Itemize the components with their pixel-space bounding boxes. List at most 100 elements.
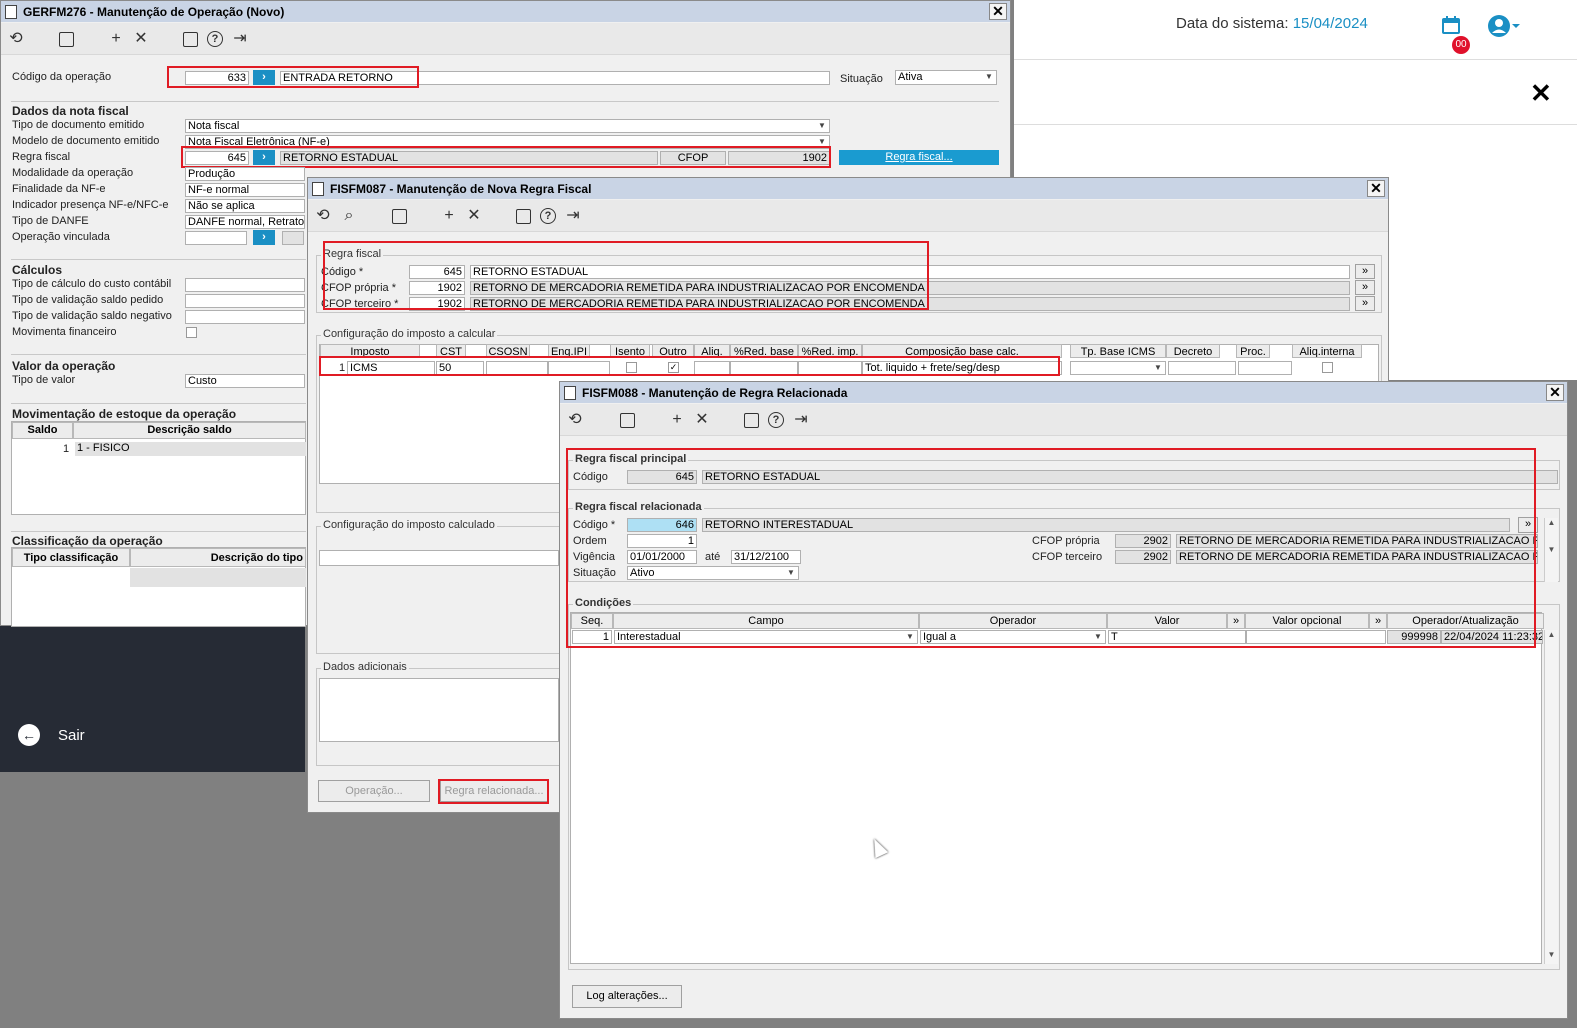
ordem-input[interactable]: 1 bbox=[627, 534, 697, 548]
valneg-select[interactable] bbox=[185, 310, 305, 324]
valor-opcional-cell[interactable] bbox=[1246, 630, 1386, 644]
lookup-button[interactable]: » bbox=[1355, 280, 1375, 295]
add-icon[interactable]: + bbox=[668, 411, 686, 429]
finalidade-select[interactable]: NF-e normal bbox=[185, 183, 305, 197]
save-icon[interactable] bbox=[620, 413, 635, 428]
cfop-terceiro-input[interactable]: 1902 bbox=[409, 297, 465, 311]
save-icon[interactable] bbox=[59, 32, 74, 47]
redimp-cell[interactable] bbox=[798, 361, 862, 375]
column-header[interactable]: Seq. bbox=[571, 613, 613, 629]
column-header[interactable]: Valor opcional bbox=[1245, 613, 1369, 629]
situacao-select[interactable]: Ativa ▼ bbox=[895, 70, 997, 85]
column-header[interactable]: Aliq. bbox=[694, 344, 730, 358]
logout-button[interactable]: ← Sair bbox=[18, 724, 85, 746]
scroll-down-icon[interactable]: ▼ bbox=[1544, 950, 1558, 964]
add-icon[interactable]: + bbox=[440, 207, 458, 225]
operacao-button[interactable]: Operação... bbox=[318, 780, 430, 802]
save-icon[interactable] bbox=[392, 209, 407, 224]
column-header[interactable]: Valor bbox=[1107, 613, 1227, 629]
column-header[interactable]: Isento bbox=[610, 344, 650, 358]
log-alteracoes-button[interactable]: Log alterações... bbox=[572, 985, 682, 1008]
close-icon[interactable]: ✕ bbox=[1530, 78, 1552, 109]
rcodigo-input[interactable]: 646 bbox=[627, 518, 697, 532]
seq-cell[interactable]: 1 bbox=[572, 630, 612, 644]
isento-checkbox[interactable] bbox=[626, 362, 637, 373]
column-header[interactable]: CSOSN bbox=[486, 344, 530, 358]
enqipi-cell[interactable] bbox=[548, 361, 610, 375]
tipovalor-select[interactable]: Custo bbox=[185, 374, 305, 388]
column-header[interactable]: Tp. Base ICMS bbox=[1070, 344, 1166, 358]
modelo-doc-select[interactable]: Nota Fiscal Eletrônica (NF-e) ▼ bbox=[185, 135, 830, 149]
decreto-cell[interactable] bbox=[1168, 361, 1236, 375]
tpbase-select[interactable]: ▼ bbox=[1070, 361, 1166, 375]
undo-icon[interactable]: ⟲ bbox=[566, 411, 584, 429]
help-icon[interactable]: ? bbox=[768, 412, 784, 428]
movfin-checkbox[interactable] bbox=[186, 327, 197, 338]
column-header[interactable]: Outro bbox=[652, 344, 694, 358]
add-icon[interactable]: + bbox=[107, 30, 125, 48]
outro-checkbox[interactable]: ✓ bbox=[668, 362, 679, 373]
table-cell[interactable]: 1 - FISICO bbox=[75, 442, 306, 456]
cfop-propria-input[interactable]: 1902 bbox=[409, 281, 465, 295]
column-header[interactable]: Descrição saldo bbox=[73, 422, 306, 439]
close-button[interactable]: ✕ bbox=[989, 3, 1007, 20]
tipo-doc-select[interactable]: Nota fiscal ▼ bbox=[185, 119, 830, 133]
proc-cell[interactable] bbox=[1238, 361, 1292, 375]
column-header[interactable]: Tipo classificação bbox=[12, 548, 130, 567]
column-header[interactable]: Proc. bbox=[1236, 344, 1270, 358]
regra-fiscal-button[interactable]: Regra fiscal... bbox=[839, 150, 999, 165]
operador-select[interactable]: Igual a ▼ bbox=[920, 630, 1106, 644]
danfe-select[interactable]: DANFE normal, Retrato bbox=[185, 215, 305, 229]
regra-fiscal-input[interactable]: 645 bbox=[185, 151, 249, 165]
indicador-select[interactable]: Não se aplica bbox=[185, 199, 305, 213]
expand-icon[interactable]: » bbox=[1227, 613, 1245, 629]
column-header[interactable]: Aliq.interna bbox=[1292, 344, 1362, 358]
situacao-select[interactable]: Ativo ▼ bbox=[627, 566, 799, 580]
column-header[interactable]: Composição base calc. bbox=[862, 344, 1062, 358]
codigo-operacao-desc[interactable]: ENTRADA RETORNO bbox=[280, 71, 830, 85]
valped-select[interactable] bbox=[185, 294, 305, 308]
column-header[interactable]: Campo bbox=[613, 613, 919, 629]
column-header[interactable]: Operador/Atualização bbox=[1387, 613, 1544, 629]
column-header[interactable]: Decreto bbox=[1166, 344, 1220, 358]
codigo-operacao-input[interactable]: 633 bbox=[185, 71, 249, 85]
aliqinterna-checkbox[interactable] bbox=[1322, 362, 1333, 373]
column-header[interactable]: Operador bbox=[919, 613, 1107, 629]
lookup-arrow-button[interactable]: › bbox=[253, 150, 275, 165]
search-icon[interactable]: ⌕ bbox=[340, 207, 358, 225]
calendar-icon[interactable] bbox=[1440, 14, 1462, 36]
composicao-cell[interactable]: Tot. liquido + frete/seg/desp bbox=[862, 361, 1062, 375]
calendar-icon[interactable] bbox=[516, 209, 531, 224]
help-icon[interactable]: ? bbox=[207, 31, 223, 47]
delete-icon[interactable]: ✕ bbox=[132, 30, 150, 48]
vigencia-fim-input[interactable]: 31/12/2100 bbox=[731, 550, 801, 564]
lookup-arrow-button[interactable]: › bbox=[253, 230, 275, 245]
exit-icon[interactable]: ⇥ bbox=[564, 207, 582, 225]
exit-icon[interactable]: ⇥ bbox=[792, 411, 810, 429]
lookup-button[interactable]: » bbox=[1355, 264, 1375, 279]
column-header[interactable]: %Red. base bbox=[730, 344, 798, 358]
codigo-desc[interactable]: RETORNO ESTADUAL bbox=[470, 265, 1350, 279]
calendar-icon[interactable] bbox=[744, 413, 759, 428]
user-avatar-icon[interactable] bbox=[1487, 14, 1527, 38]
vinculada-input[interactable] bbox=[185, 231, 247, 245]
delete-icon[interactable]: ✕ bbox=[465, 207, 483, 225]
scrollbar[interactable]: ▲ ▼ bbox=[1544, 518, 1558, 582]
column-header[interactable]: Descrição do tipo bbox=[130, 548, 306, 567]
exit-icon[interactable]: ⇥ bbox=[231, 30, 249, 48]
modalidade-select[interactable]: Produção bbox=[185, 167, 305, 181]
lookup-button[interactable]: » bbox=[1518, 517, 1538, 533]
valor-cell[interactable]: T bbox=[1108, 630, 1246, 644]
codigo-input[interactable]: 645 bbox=[409, 265, 465, 279]
redbase-cell[interactable] bbox=[730, 361, 798, 375]
delete-icon[interactable]: ✕ bbox=[693, 411, 711, 429]
column-header[interactable]: Enq.IPI bbox=[548, 344, 590, 358]
vigencia-inicio-input[interactable]: 01/01/2000 bbox=[627, 550, 697, 564]
scrollbar[interactable]: ▲ bbox=[1544, 630, 1558, 964]
lookup-button[interactable]: » bbox=[1355, 296, 1375, 311]
lookup-arrow-button[interactable]: › bbox=[253, 70, 275, 85]
column-header[interactable]: %Red. imp. bbox=[798, 344, 862, 358]
column-header[interactable]: Saldo bbox=[12, 422, 73, 439]
imposto-cell[interactable]: ICMS bbox=[347, 361, 435, 375]
custo-select[interactable] bbox=[185, 278, 305, 292]
